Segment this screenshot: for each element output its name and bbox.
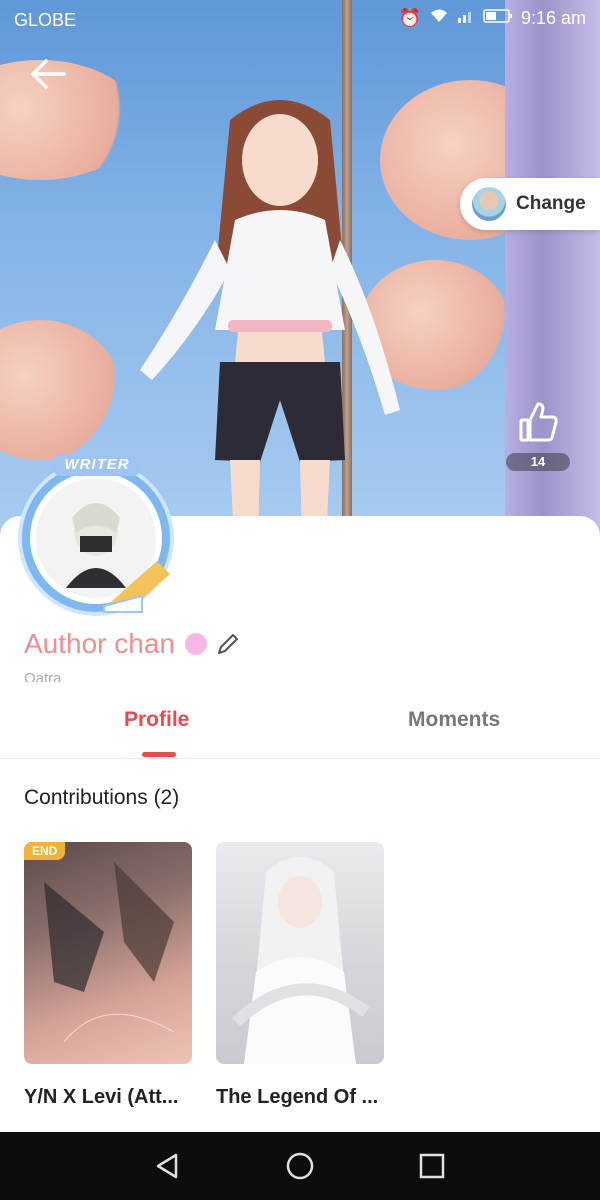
thumbs-up-icon [519, 402, 558, 442]
carrier-label: GLOBE [14, 10, 77, 30]
like-button[interactable]: 14 [506, 400, 570, 471]
arrow-left-icon [31, 59, 66, 89]
contributions-heading: Contributions (2) [24, 786, 180, 809]
avatar[interactable]: WRITER [6, 450, 186, 620]
tab-moments[interactable]: Moments [408, 708, 500, 732]
status-bar: GLOBE ⏰ 9:16 am [0, 0, 600, 40]
back-button[interactable] [26, 52, 70, 96]
change-cover-button[interactable]: Change [460, 178, 600, 230]
nav-back-icon[interactable] [152, 1150, 184, 1182]
book-cover[interactable] [216, 842, 384, 1064]
profile-name: Author chan [24, 628, 175, 659]
cloud [0, 60, 140, 180]
like-count: 14 [506, 453, 570, 471]
tab-bar: Profile Moments [0, 690, 600, 759]
cover-thumbnail [472, 187, 506, 221]
edit-pencil-icon[interactable] [215, 631, 241, 657]
active-tab-indicator [142, 752, 176, 757]
cloud [0, 320, 120, 460]
status-icons: ⏰ 9:16 am [399, 8, 586, 29]
nav-home-icon[interactable] [284, 1150, 316, 1182]
tab-profile[interactable]: Profile [124, 708, 189, 732]
profile-subtitle: Oatra [24, 670, 62, 682]
writer-badge: WRITER [52, 454, 142, 476]
book-title[interactable]: The Legend Of ... [216, 1086, 384, 1109]
pen-icon [103, 561, 170, 614]
change-label: Change [516, 193, 586, 214]
battery-icon [483, 8, 513, 29]
gender-badge-icon [185, 633, 207, 655]
alarm-icon: ⏰ [398, 8, 421, 28]
nav-recents-icon[interactable] [416, 1150, 448, 1182]
signal-icon [457, 8, 475, 29]
profile-name-row: Author chan [24, 628, 241, 660]
system-nav-bar [0, 1132, 600, 1200]
book-cover[interactable]: END [24, 842, 192, 1064]
wifi-icon [429, 8, 449, 29]
book-title[interactable]: Y/N X Levi (Att... [24, 1086, 192, 1109]
clock-time: 9:16 am [520, 8, 586, 28]
end-tag: END [24, 842, 66, 860]
